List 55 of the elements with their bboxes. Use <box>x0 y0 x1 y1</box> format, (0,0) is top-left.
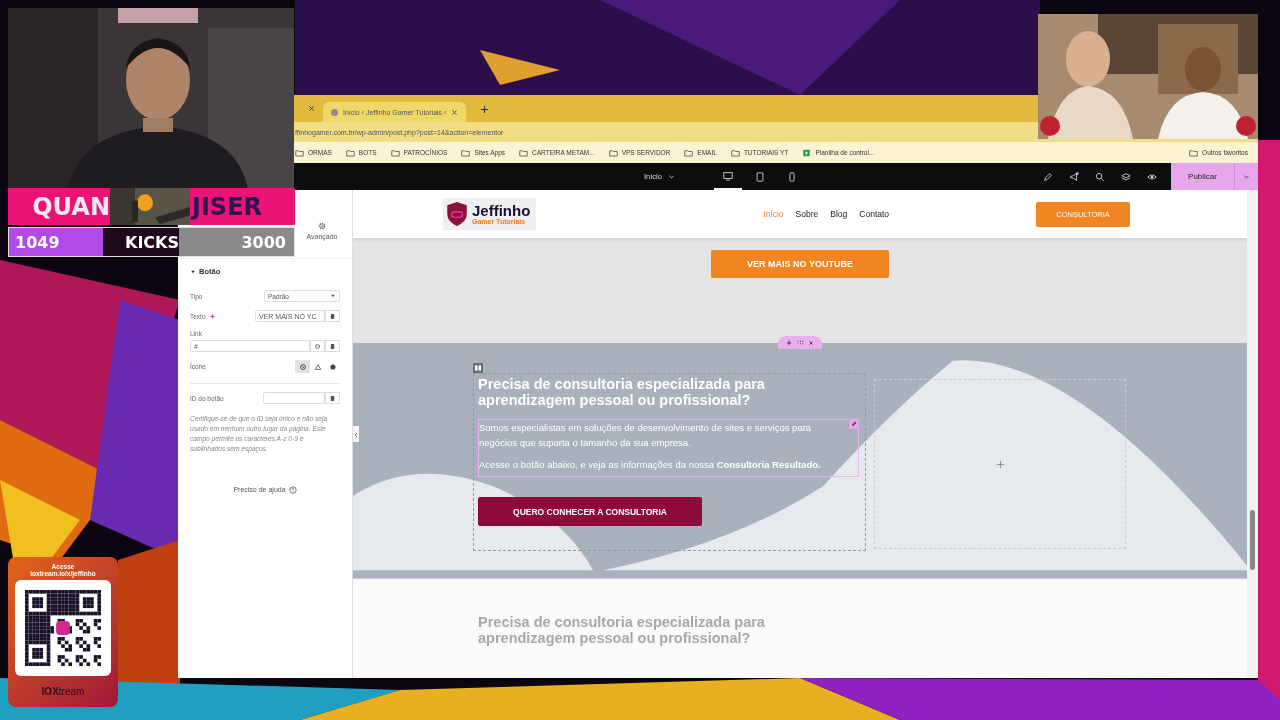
ticker-text: JISER <box>190 188 295 225</box>
section-heading: Precisa de consultoria especializada para aprendizagem pessoal ou profissional? <box>478 377 766 409</box>
stack-icon[interactable] <box>325 340 340 352</box>
close-icon[interactable] <box>308 105 315 112</box>
megaphone-icon[interactable] <box>1069 171 1079 182</box>
caret-icon <box>190 268 196 275</box>
ticker-text: QUAN <box>8 188 110 225</box>
site-icon <box>331 108 338 116</box>
sheet-icon <box>802 148 812 157</box>
publish-button[interactable]: Publicar <box>1171 163 1234 190</box>
folder-icon <box>1189 148 1199 157</box>
close-icon[interactable] <box>807 338 815 347</box>
nav-link[interactable]: Sobre <box>795 209 819 219</box>
sparkle-icon[interactable] <box>208 312 216 320</box>
folder-icon <box>519 148 529 157</box>
folder-icon <box>461 148 471 157</box>
kick-goal: 3000 <box>179 228 294 256</box>
paragraph: Somos especialistas em soluções de desenvolvimento de sites e serviços para negócios que suporta o tamanho da sua empresa. <box>479 420 813 451</box>
folder-icon <box>608 148 618 157</box>
nav-link[interactable]: Blog <box>830 209 848 219</box>
eye-icon[interactable] <box>1147 171 1157 182</box>
nav-link[interactable]: Contato <box>859 209 890 219</box>
none-icon[interactable] <box>295 360 310 373</box>
folder-icon <box>684 148 694 157</box>
caret-icon <box>667 173 675 180</box>
kick-count: 1049 <box>9 228 103 256</box>
brand-logo: IOXtream <box>41 686 85 698</box>
folder-icon <box>730 148 740 157</box>
layers-icon[interactable] <box>1121 171 1131 182</box>
collapse-handle[interactable] <box>353 426 359 442</box>
shield-icon <box>446 201 468 227</box>
folder-icon <box>390 148 400 157</box>
help-icon <box>288 485 297 494</box>
columns-icon[interactable] <box>473 363 483 373</box>
id-input[interactable] <box>263 392 325 404</box>
section-handle[interactable] <box>778 336 822 349</box>
logo-title: Jeffinho <box>472 203 531 218</box>
gear-icon <box>318 222 326 230</box>
plus-icon[interactable] <box>785 338 793 347</box>
close-icon[interactable] <box>451 108 459 116</box>
consulting-cta-button[interactable]: QUERO CONHECER A CONSULTORIA <box>478 497 702 527</box>
search-icon[interactable] <box>1095 171 1105 182</box>
folder-icon <box>295 148 304 157</box>
caret-icon <box>330 293 336 299</box>
plus-icon[interactable] <box>480 105 490 114</box>
scrollbar-thumb[interactable] <box>1250 510 1255 570</box>
folder-icon <box>345 148 355 157</box>
edit-icon[interactable] <box>849 418 859 429</box>
stack-icon[interactable] <box>325 310 340 322</box>
section-heading: Precisa de consultoria especializada para aprendizagem pessoal ou profissional? <box>478 615 766 647</box>
stack-icon[interactable] <box>325 392 340 404</box>
caret-icon <box>1243 173 1250 180</box>
pen-icon[interactable] <box>1043 171 1053 182</box>
paragraph: Acesse o botão abaixo, e veja as informações da nossa Consultoria Resultado. <box>479 458 822 473</box>
ticker-label: KICKS <box>103 228 179 256</box>
